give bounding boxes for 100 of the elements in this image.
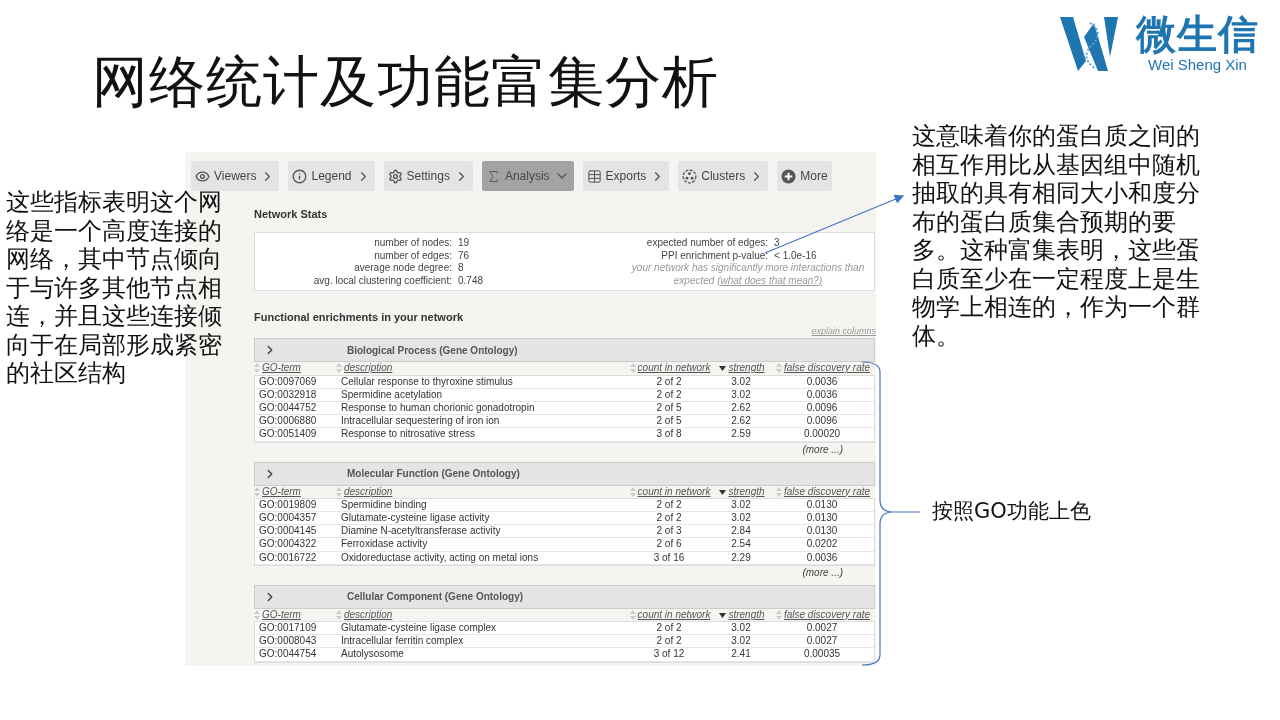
table-cell: 3.02 [712, 622, 770, 636]
sort-icon[interactable] [336, 609, 342, 620]
table-cell[interactable]: GO:0004357 [255, 512, 337, 526]
sort-icon[interactable] [775, 486, 782, 497]
table-cell: 2 of 6 [626, 538, 712, 552]
table-cell: 2 of 2 [626, 498, 712, 512]
column-header[interactable]: count in network [627, 608, 713, 621]
section-heading: Network Stats [254, 208, 329, 220]
stat-value: 0.748 [458, 274, 484, 288]
column-header[interactable]: description [336, 608, 627, 621]
category-header[interactable]: Cellular Component (Gene Ontology) [254, 584, 875, 609]
column-header[interactable]: strength [713, 485, 771, 498]
table-cell[interactable]: GO:0006880 [255, 415, 337, 429]
column-header[interactable]: strength [713, 362, 771, 375]
more-link[interactable]: (more ...) [802, 566, 843, 578]
table-cell: 2.59 [712, 428, 770, 442]
more-link[interactable]: (more ...) [802, 443, 843, 455]
table-cell[interactable]: GO:0097069 [255, 375, 337, 389]
info-icon [292, 168, 308, 184]
table-cell: Response to nitrosative stress [337, 428, 626, 442]
table-cell: 0.00020 [770, 428, 874, 442]
category-header[interactable]: Biological Process (Gene Ontology) [254, 338, 875, 363]
stat-label: number of edges: [373, 249, 452, 263]
sort-icon[interactable] [254, 486, 260, 497]
right-annotation: 这意味着你的蛋白质之间的相互作用比从基因组中随机抽取的具有相同大小和度分布的蛋白质集合预期的要多。这种富集表明，这些蛋白质至少在一定程度上是生物学上相连的，作为一个群体。 [912, 122, 1201, 350]
column-header[interactable]: GO-term [254, 608, 336, 621]
stat-value: 3 [774, 237, 781, 250]
table-cell: 2 of 2 [626, 635, 712, 649]
table-cell: 0.0130 [770, 498, 874, 512]
table-cell: 0.0096 [770, 415, 874, 429]
table-cell: Autolysosome [337, 648, 626, 662]
toolbar-tab[interactable]: Settings [383, 161, 473, 191]
column-header[interactable]: count in network [627, 362, 713, 375]
column-header[interactable]: description [336, 485, 627, 498]
sort-icon[interactable] [336, 486, 342, 497]
table-cell: 2 of 5 [626, 415, 712, 429]
table-cell: 2 of 2 [626, 388, 712, 402]
table-cell: 0.0096 [770, 402, 874, 416]
category-title: Molecular Function (Gene Ontology) [347, 468, 520, 480]
logo-subtitle: Wei Sheng Xin [1148, 56, 1247, 74]
table-cell[interactable]: GO:0004145 [255, 525, 337, 539]
sort-descending-icon[interactable] [719, 488, 727, 495]
table-cell: Oxidoreductase activity, acting on metal ions [337, 551, 626, 565]
table-cell: 3 of 16 [626, 551, 712, 565]
column-header[interactable]: GO-term [254, 485, 336, 498]
clusters-icon [682, 168, 698, 184]
sort-icon[interactable] [629, 486, 636, 497]
sort-icon[interactable] [775, 363, 782, 374]
table-cell: Intracellular ferritin complex [337, 635, 626, 649]
table-cell: Glutamate-cysteine ligase complex [337, 622, 626, 636]
sort-icon[interactable] [254, 363, 260, 374]
sort-icon[interactable] [629, 363, 636, 374]
toolbar-tab[interactable]: Analysis [481, 161, 574, 191]
column-header[interactable]: false discovery rate [771, 608, 875, 621]
toolbar-tab[interactable]: More [777, 161, 832, 191]
table-cell[interactable]: GO:0032918 [255, 388, 337, 402]
column-header[interactable]: strength [713, 608, 771, 621]
table-cell[interactable]: GO:0017109 [255, 622, 337, 636]
table-cell: 3.02 [712, 375, 770, 389]
toolbar-tab[interactable]: Clusters [678, 161, 769, 191]
table-cell: 2 of 5 [626, 402, 712, 416]
table-cell[interactable]: GO:0044752 [255, 402, 337, 416]
table-cell[interactable]: GO:0051409 [255, 428, 337, 442]
enrichment-note: your network has significantly more interactions than expected (what does that mean?) [630, 262, 866, 288]
column-header[interactable]: count in network [627, 485, 713, 498]
sort-descending-icon[interactable] [719, 365, 727, 372]
table-cell: Response to human chorionic gonadotropin [337, 402, 626, 416]
column-header[interactable]: false discovery rate [771, 362, 875, 375]
toolbar-tab[interactable]: Legend [288, 161, 375, 191]
table-cell: 3.02 [712, 512, 770, 526]
plus-circle-icon [781, 168, 797, 184]
table-cell: Cellular response to thyroxine stimulus [337, 375, 626, 389]
table-cell: Diamine N-acetyltransferase activity [337, 525, 626, 539]
table-cell[interactable]: GO:0008043 [255, 635, 337, 649]
column-header[interactable]: false discovery rate [771, 485, 875, 498]
table-cell: Ferroxidase activity [337, 538, 626, 552]
toolbar-tab[interactable]: Viewers [191, 161, 280, 191]
section-heading: Functional enrichments in your network [254, 311, 465, 324]
table-cell: 0.0027 [770, 622, 874, 636]
sort-icon[interactable] [336, 363, 342, 374]
toolbar-tab[interactable]: Exports [582, 161, 670, 191]
sort-icon[interactable] [775, 609, 782, 620]
table-cell: 2.84 [712, 525, 770, 539]
column-header[interactable]: description [336, 362, 627, 375]
table-cell: 2 of 2 [626, 622, 712, 636]
slide-title: 网络统计及功能富集分析 [92, 48, 719, 116]
table-cell: 2.62 [712, 415, 770, 429]
table-cell[interactable]: GO:0044754 [255, 648, 337, 662]
table-cell[interactable]: GO:0004322 [255, 538, 337, 552]
table-cell[interactable]: GO:0019809 [255, 498, 337, 512]
sort-descending-icon[interactable] [719, 611, 727, 618]
table-cell[interactable]: GO:0016722 [255, 551, 337, 565]
table-cell: 0.0036 [770, 551, 874, 565]
table-cell: 0.0036 [770, 388, 874, 402]
sort-icon[interactable] [629, 609, 636, 620]
category-header[interactable]: Molecular Function (Gene Ontology) [254, 461, 875, 486]
gear-icon [387, 168, 403, 184]
column-header[interactable]: GO-term [254, 362, 336, 375]
stat-value: 76 [458, 249, 471, 263]
sort-icon[interactable] [254, 609, 260, 620]
